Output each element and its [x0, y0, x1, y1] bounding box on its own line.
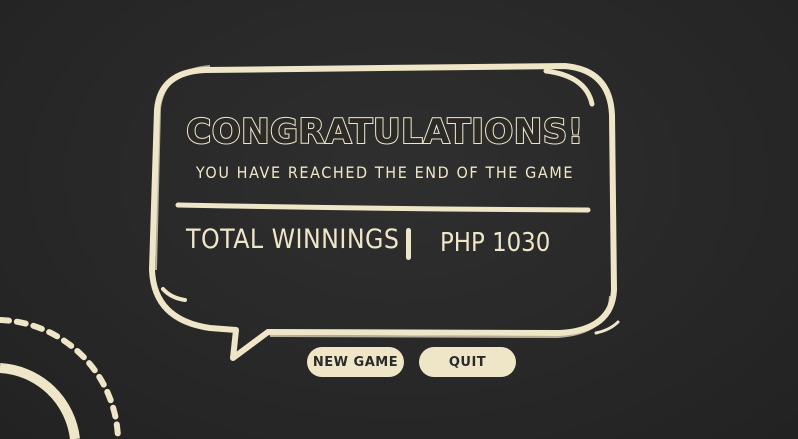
game-over-screen: CONGRATULATIONS! YOU HAVE REACHED THE EN… [0, 0, 798, 439]
decorative-circle-arcs [0, 317, 121, 439]
divider-line [175, 202, 591, 213]
title: CONGRATULATIONS! [185, 111, 584, 153]
subtitle: YOU HAVE REACHED THE END OF THE GAME [195, 163, 575, 182]
winnings-value: PHP 1030 [440, 228, 551, 258]
quit-button[interactable]: QUIT [419, 347, 516, 377]
winnings-label: TOTAL WINNINGS [186, 224, 400, 255]
new-game-button[interactable]: NEW GAME [307, 347, 404, 377]
winnings-separator [406, 228, 411, 260]
